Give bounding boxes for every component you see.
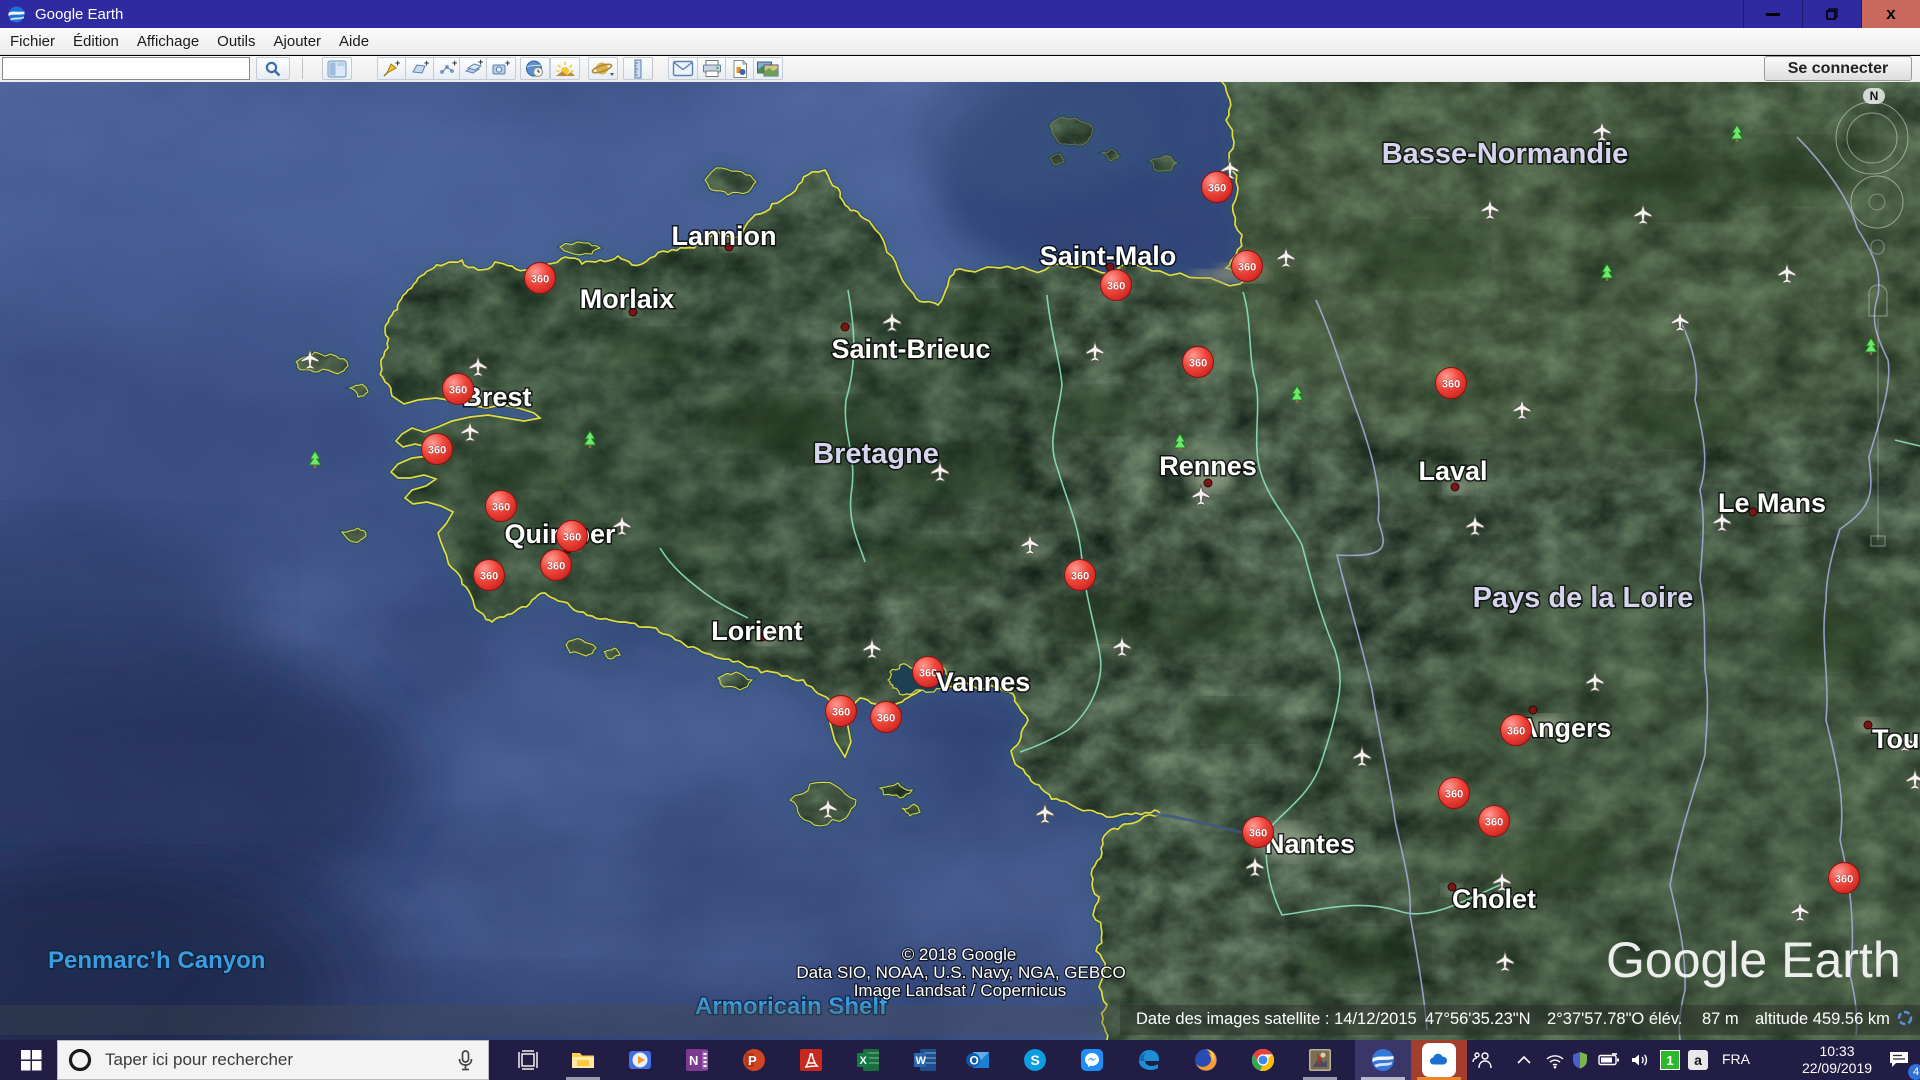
- svg-text:Rennes: Rennes: [1159, 451, 1257, 481]
- svg-text:Tours: Tours: [1872, 724, 1920, 754]
- svg-text:Basse-Normandie: Basse-Normandie: [1382, 138, 1629, 170]
- svg-text:Bretagne: Bretagne: [813, 438, 939, 470]
- svg-text:Le Mans: Le Mans: [1718, 488, 1826, 518]
- svg-text:Pays de la Loire: Pays de la Loire: [1473, 582, 1694, 614]
- svg-text:© 2018 Google: © 2018 Google: [902, 945, 1017, 964]
- svg-text:Penmarc’h Canyon: Penmarc’h Canyon: [48, 947, 265, 974]
- svg-text:Vannes: Vannes: [936, 667, 1031, 697]
- svg-text:Laval: Laval: [1418, 456, 1487, 486]
- svg-text:47°56'35.23"N: 47°56'35.23"N: [1425, 1010, 1531, 1028]
- svg-text:Lannion: Lannion: [672, 221, 777, 251]
- svg-text:Cholet: Cholet: [1452, 884, 1536, 914]
- svg-text:Angers: Angers: [1518, 713, 1611, 743]
- svg-text:+: +: [478, 59, 483, 67]
- svg-text:2°37'57.78"O élév.: 2°37'57.78"O élév.: [1547, 1010, 1682, 1028]
- svg-text:N: N: [1870, 89, 1879, 103]
- svg-text:+: +: [452, 59, 457, 68]
- svg-text:Google Earth: Google Earth: [1606, 932, 1901, 988]
- svg-text:Nantes: Nantes: [1265, 829, 1355, 859]
- svg-text:Lorient: Lorient: [711, 616, 803, 646]
- svg-text:87 m: 87 m: [1702, 1010, 1739, 1028]
- svg-text:+: +: [424, 59, 429, 68]
- svg-text:Date des images satellite : 14: Date des images satellite : 14/12/2015: [1136, 1010, 1417, 1028]
- svg-text:+: +: [505, 59, 510, 68]
- svg-text:Image Landsat / Copernicus: Image Landsat / Copernicus: [854, 981, 1067, 1000]
- svg-text:Saint-Malo: Saint-Malo: [1040, 241, 1177, 271]
- svg-text:Saint-Brieuc: Saint-Brieuc: [831, 334, 990, 364]
- svg-text:altitude 459.56 km: altitude 459.56 km: [1755, 1010, 1890, 1028]
- svg-text:Data SIO, NOAA, U.S. Navy, NGA: Data SIO, NOAA, U.S. Navy, NGA, GEBCO: [796, 963, 1125, 982]
- svg-text:+: +: [395, 59, 400, 68]
- svg-text:Morlaix: Morlaix: [580, 284, 675, 314]
